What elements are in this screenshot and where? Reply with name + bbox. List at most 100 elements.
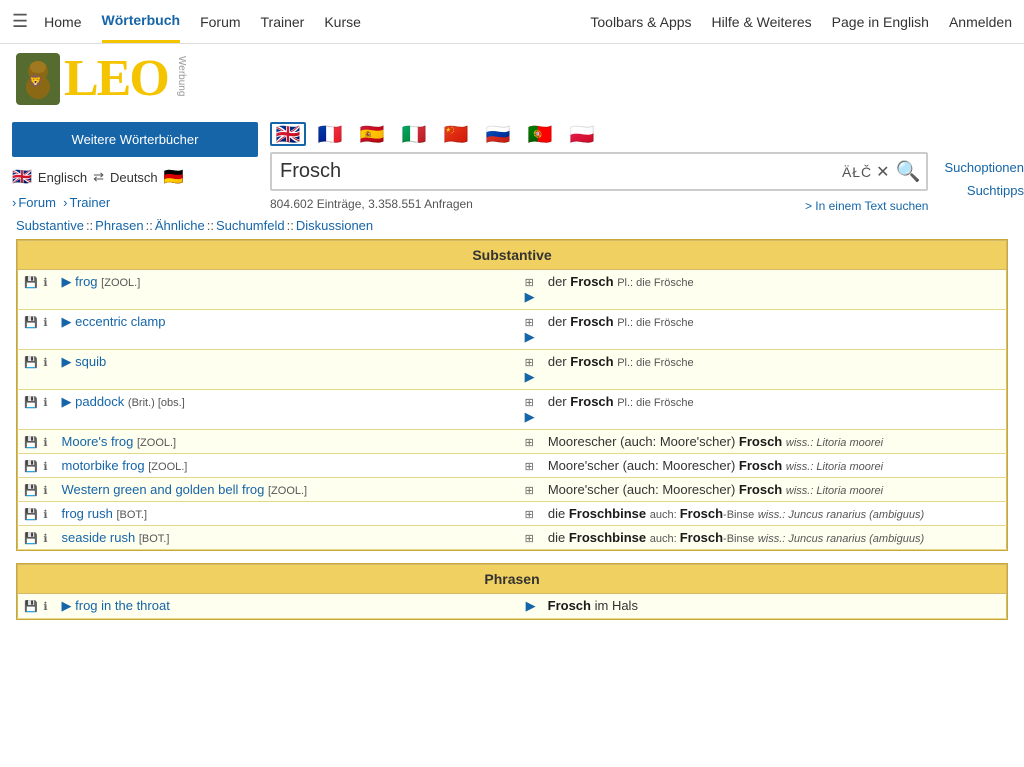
en-word[interactable]: motorbike frog — [62, 458, 145, 473]
nav-english[interactable]: Page in English — [832, 14, 929, 30]
search-stats: 804.602 Einträge, 3.358.551 Anfragen — [270, 197, 473, 211]
save-icon[interactable]: 💾 — [24, 437, 38, 449]
play-icon[interactable]: ▶ — [62, 274, 72, 289]
info-icon[interactable]: ℹ — [43, 461, 47, 473]
search-icon[interactable]: 🔍 — [896, 159, 921, 184]
en-word[interactable]: frog rush — [62, 506, 113, 521]
save-icon[interactable]: 💾 — [24, 277, 38, 289]
de-copy-icon[interactable]: ⊞ — [525, 277, 534, 289]
phrasen-table: Phrasen 💾 ℹ ▶ frog in the throat ▶ — [17, 564, 1007, 619]
en-word[interactable]: Western green and golden bell frog — [62, 482, 265, 497]
suchtipps-link[interactable]: Suchtipps — [944, 183, 1024, 198]
save-icon[interactable]: 💾 — [24, 357, 38, 369]
nav-hilfe[interactable]: Hilfe & Weiteres — [712, 14, 812, 30]
de-word-also: Frosch — [680, 530, 723, 545]
de-article: der — [548, 394, 570, 409]
flag-btn-fr[interactable]: 🇫🇷 — [312, 122, 348, 146]
de-word: Froschbinse — [569, 506, 646, 521]
de-play-icon[interactable]: ▶ — [526, 598, 536, 613]
info-icon[interactable]: ℹ — [43, 317, 47, 329]
substantive-table: Substantive 💾 ℹ ▶ frog [ZOOL.] — [17, 240, 1007, 550]
text-search-link[interactable]: > In einem Text suchen — [805, 199, 929, 213]
de-wiss: wiss.: Juncus ranarius (ambiguus) — [758, 533, 924, 545]
en-word[interactable]: squib — [75, 354, 106, 369]
info-icon[interactable]: ℹ — [43, 485, 47, 497]
table-row: 💾 ℹ Moore's frog [ZOOL.] ⊞ Moorescher (a… — [18, 430, 1007, 454]
weitere-worterbuch-button[interactable]: Weitere Wörterbücher — [12, 122, 258, 157]
de-copy-icon[interactable]: ⊞ — [525, 357, 534, 369]
nav-worterbuch[interactable]: Wörterbuch — [102, 0, 181, 43]
en-word[interactable]: seaside rush — [62, 530, 136, 545]
clear-icon[interactable]: ✕ — [876, 162, 889, 182]
en-tag: [ZOOL.] — [268, 485, 307, 497]
nav-home[interactable]: Home — [44, 2, 81, 42]
info-icon[interactable]: ℹ — [43, 437, 47, 449]
de-copy-icon[interactable]: ⊞ — [525, 461, 534, 473]
de-article: Moorescher (auch: Moore'scher) — [548, 434, 739, 449]
sidebar-trainer-link[interactable]: Trainer — [69, 195, 110, 210]
flag-btn-it[interactable]: 🇮🇹 — [396, 122, 432, 146]
save-icon[interactable]: 💾 — [24, 533, 38, 545]
de-play-icon[interactable]: ▶ — [525, 329, 535, 344]
save-icon[interactable]: 💾 — [24, 397, 38, 409]
tab-substantive[interactable]: Substantive — [16, 218, 84, 233]
nav-toolbars[interactable]: Toolbars & Apps — [590, 14, 691, 30]
info-icon[interactable]: ℹ — [43, 397, 47, 409]
de-word: Frosch — [570, 314, 613, 329]
flag-btn-pt[interactable]: 🇵🇹 — [522, 122, 558, 146]
flag-btn-es[interactable]: 🇪🇸 — [354, 122, 390, 146]
de-copy-icon[interactable]: ⊞ — [525, 317, 534, 329]
nav-anmelden[interactable]: Anmelden — [949, 14, 1012, 30]
play-icon[interactable]: ▶ — [62, 354, 72, 369]
sidebar: Weitere Wörterbücher 🇬🇧 Englisch ⇄ Deuts… — [0, 114, 270, 218]
svg-text:🦁: 🦁 — [28, 74, 43, 88]
de-copy-icon[interactable]: ⊞ — [525, 437, 534, 449]
de-wiss: wiss.: Juncus ranarius (ambiguus) — [758, 509, 924, 521]
en-word[interactable]: Moore's frog — [62, 434, 134, 449]
de-play-icon[interactable]: ▶ — [525, 369, 535, 384]
info-icon[interactable]: ℹ — [43, 509, 47, 521]
de-copy-icon[interactable]: ⊞ — [525, 397, 534, 409]
nav-kurse[interactable]: Kurse — [324, 2, 361, 42]
info-icon[interactable]: ℹ — [43, 357, 47, 369]
save-icon[interactable]: 💾 — [24, 509, 38, 521]
hamburger-icon[interactable]: ☰ — [12, 11, 28, 32]
info-icon[interactable]: ℹ — [43, 601, 47, 613]
de-play-icon[interactable]: ▶ — [525, 409, 535, 424]
de-copy-icon[interactable]: ⊞ — [525, 509, 534, 521]
en-word[interactable]: eccentric clamp — [75, 314, 165, 329]
suchoptionen-link[interactable]: Suchoptionen — [944, 160, 1024, 175]
lang-from-label: Englisch — [38, 170, 87, 185]
en-word[interactable]: paddock — [75, 394, 124, 409]
de-copy-icon[interactable]: ⊞ — [525, 485, 534, 497]
save-icon[interactable]: 💾 — [24, 317, 38, 329]
en-word[interactable]: frog — [75, 274, 97, 289]
play-icon[interactable]: ▶ — [62, 394, 72, 409]
sidebar-forum-link[interactable]: Forum — [18, 195, 56, 210]
atc-label[interactable]: ÄŁČ — [842, 164, 872, 180]
tab-diskussionen[interactable]: Diskussionen — [296, 218, 373, 233]
play-icon[interactable]: ▶ — [62, 598, 72, 613]
nav-forum[interactable]: Forum — [200, 2, 240, 42]
info-icon[interactable]: ℹ — [43, 533, 47, 545]
tab-suchumfeld[interactable]: Suchumfeld — [216, 218, 285, 233]
de-wiss: wiss.: Litoria moorei — [786, 437, 883, 449]
en-phrase[interactable]: frog in the throat — [75, 598, 170, 613]
flag-btn-ru[interactable]: 🇷🇺 — [480, 122, 516, 146]
save-icon[interactable]: 💾 — [24, 485, 38, 497]
search-input[interactable] — [278, 156, 842, 187]
save-icon[interactable]: 💾 — [24, 461, 38, 473]
tab-ahnliche[interactable]: Ähnliche — [155, 218, 205, 233]
de-plural: Pl.: die Frösche — [617, 317, 693, 329]
play-icon[interactable]: ▶ — [62, 314, 72, 329]
nav-trainer[interactable]: Trainer — [261, 2, 305, 42]
flag-btn-en[interactable]: 🇬🇧 — [270, 122, 306, 146]
tab-phrasen[interactable]: Phrasen — [95, 218, 143, 233]
table-row: 💾 ℹ seaside rush [BOT.] ⊞ die Froschbins… — [18, 526, 1007, 550]
save-icon[interactable]: 💾 — [24, 601, 38, 613]
flag-btn-cn[interactable]: 🇨🇳 — [438, 122, 474, 146]
flag-btn-pl[interactable]: 🇵🇱 — [564, 122, 600, 146]
de-play-icon[interactable]: ▶ — [525, 289, 535, 304]
info-icon[interactable]: ℹ — [43, 277, 47, 289]
de-copy-icon[interactable]: ⊞ — [525, 533, 534, 545]
